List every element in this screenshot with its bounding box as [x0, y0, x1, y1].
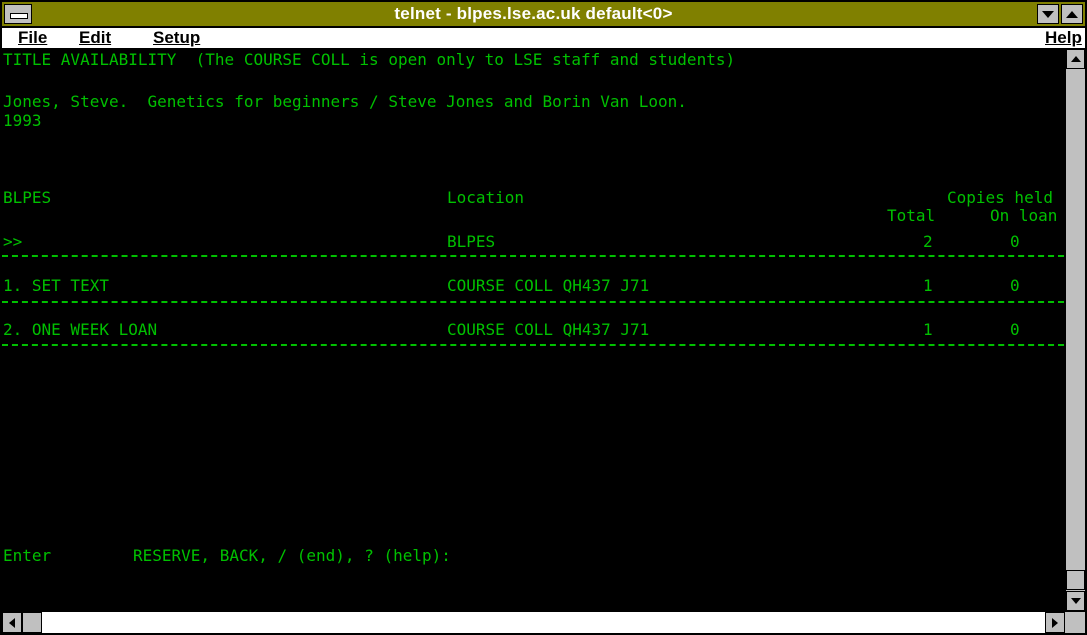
- menu-file[interactable]: File: [18, 28, 47, 48]
- scrollbar-corner: [1065, 612, 1085, 633]
- row-total: 1: [923, 320, 933, 339]
- citation-line-1: Jones, Steve. Genetics for beginners / S…: [3, 92, 687, 111]
- copies-held-header: Copies held: [947, 188, 1053, 207]
- divider: [2, 344, 1064, 346]
- arrow-right-icon: [1052, 617, 1058, 628]
- telnet-window: telnet - blpes.lse.ac.uk default<0> File…: [0, 0, 1087, 635]
- arrow-down-icon: [1070, 598, 1081, 604]
- horizontal-scrollbar[interactable]: [2, 611, 1085, 633]
- row-on-loan: 0: [1010, 320, 1020, 339]
- divider: [2, 301, 1064, 303]
- row-label: 2. ONE WEEK LOAN: [3, 320, 158, 339]
- scroll-down-button[interactable]: [1066, 591, 1085, 611]
- minimize-icon: [1042, 10, 1054, 18]
- scroll-up-button[interactable]: [1066, 49, 1085, 69]
- row-label: 1. SET TEXT: [3, 276, 109, 295]
- maximize-button[interactable]: [1061, 4, 1083, 24]
- row-location: COURSE COLL QH437 J71: [447, 320, 650, 339]
- title-bar[interactable]: telnet - blpes.lse.ac.uk default<0>: [2, 2, 1085, 28]
- system-menu-icon: [10, 13, 28, 19]
- summary-marker: >>: [3, 232, 23, 251]
- minimize-button[interactable]: [1037, 4, 1059, 24]
- menu-setup-label: Setup: [153, 28, 201, 47]
- arrow-up-icon: [1070, 56, 1081, 62]
- divider: [2, 255, 1064, 257]
- summary-on-loan: 0: [1010, 232, 1020, 251]
- system-menu-button[interactable]: [4, 4, 32, 24]
- summary-location: BLPES: [447, 232, 496, 251]
- vertical-scroll-thumb[interactable]: [1066, 570, 1085, 590]
- menu-help[interactable]: Help: [1045, 28, 1082, 48]
- row-total: 1: [923, 276, 933, 295]
- on-loan-column-header: On loan: [990, 206, 1058, 225]
- scroll-left-button[interactable]: [2, 612, 22, 633]
- prompt-options: RESERVE, BACK, / (end), ? (help):: [133, 546, 451, 565]
- citation-line-2: 1993: [3, 111, 42, 130]
- row-on-loan: 0: [1010, 276, 1020, 295]
- availability-header: TITLE AVAILABILITY (The COURSE COLL is o…: [3, 50, 736, 69]
- arrow-left-icon: [9, 617, 15, 628]
- summary-total: 2: [923, 232, 933, 251]
- menu-bar: File Edit Setup Help: [2, 28, 1085, 49]
- menu-setup[interactable]: Setup: [153, 28, 200, 48]
- menu-help-label: Help: [1045, 28, 1082, 47]
- vertical-scrollbar[interactable]: [1065, 49, 1085, 611]
- total-column-header: Total: [887, 206, 936, 225]
- window-title: telnet - blpes.lse.ac.uk default<0>: [394, 4, 673, 23]
- row-location: COURSE COLL QH437 J71: [447, 276, 650, 295]
- maximize-icon: [1066, 10, 1078, 18]
- menu-file-label: File: [18, 28, 48, 47]
- prompt-label: Enter: [3, 546, 52, 565]
- scroll-right-button[interactable]: [1045, 612, 1065, 633]
- horizontal-scroll-thumb[interactable]: [22, 612, 42, 633]
- library-column-header: BLPES: [3, 188, 52, 207]
- menu-edit-label: Edit: [79, 28, 112, 47]
- terminal-screen[interactable]: TITLE AVAILABILITY (The COURSE COLL is o…: [2, 49, 1065, 611]
- location-column-header: Location: [447, 188, 525, 207]
- menu-edit[interactable]: Edit: [79, 28, 111, 48]
